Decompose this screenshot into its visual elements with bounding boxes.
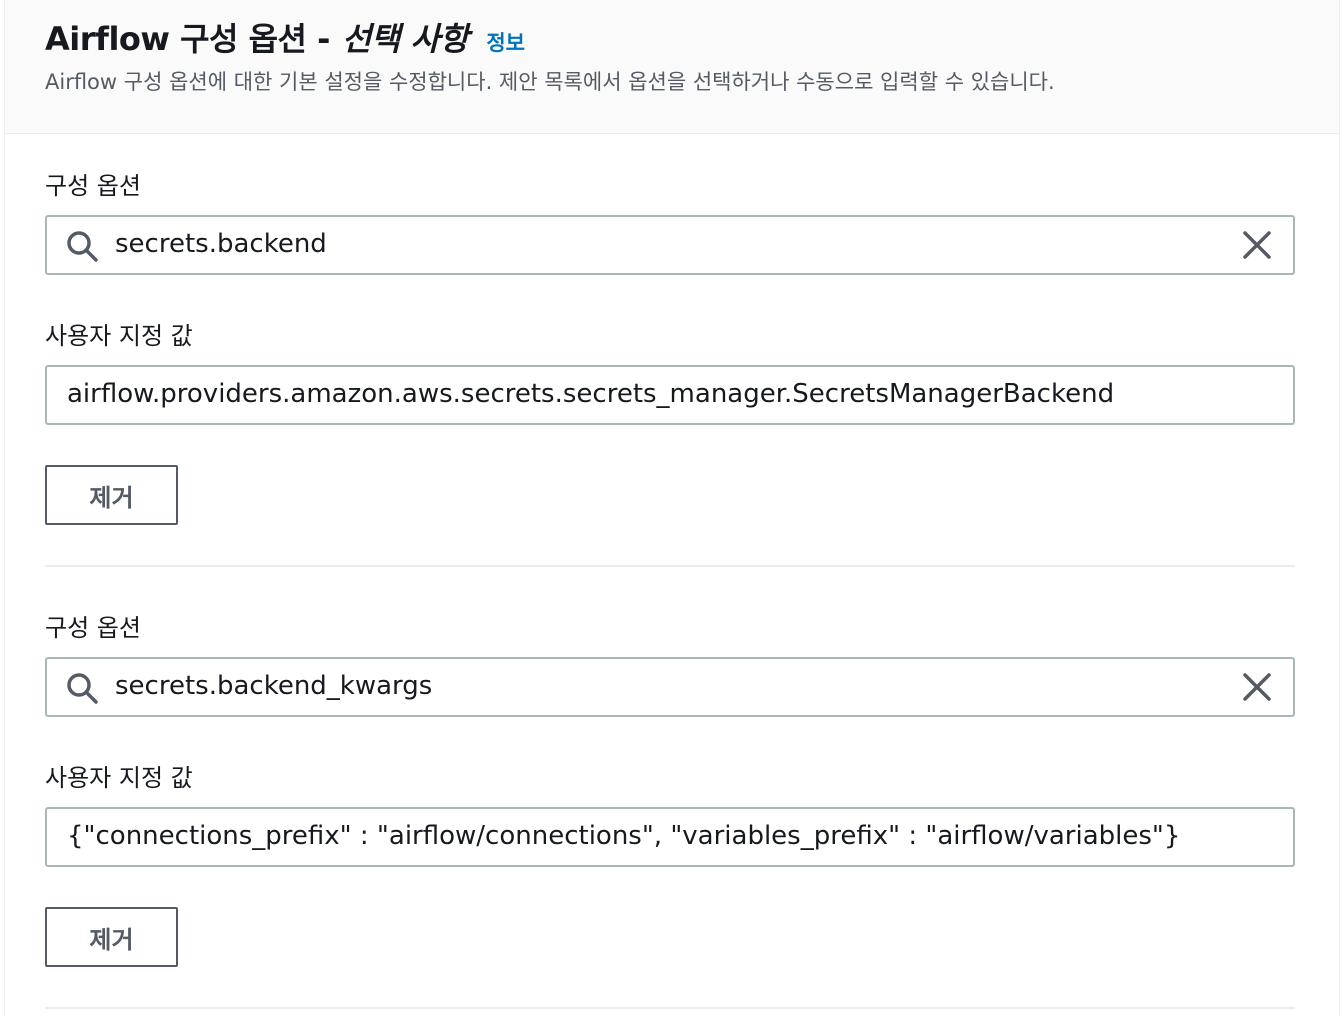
section-divider-2	[45, 1007, 1295, 1009]
page-title: Airflow 구성 옵션 -	[45, 20, 330, 58]
info-link[interactable]: 정보	[486, 27, 525, 57]
custom-value-label-1: 사용자 지정 값	[45, 322, 193, 350]
config-option-search-1[interactable]: secrets.backend	[45, 215, 1295, 275]
custom-value-label-2: 사용자 지정 값	[45, 764, 193, 792]
remove-button-2[interactable]: 제거	[45, 907, 178, 967]
custom-value-text-1[interactable]: airflow.providers.amazon.aws.secrets.sec…	[67, 379, 1114, 409]
custom-value-input-2[interactable]: {"connections_prefix" : "airflow/connect…	[45, 807, 1295, 867]
search-icon	[67, 231, 98, 262]
remove-button-1[interactable]: 제거	[45, 465, 178, 525]
section-divider-1	[45, 565, 1295, 567]
close-icon[interactable]	[1241, 229, 1273, 261]
page-title-optional: 선택 사항	[341, 20, 469, 58]
config-option-value-2[interactable]: secrets.backend_kwargs	[115, 671, 432, 701]
panel-header: Airflow 구성 옵션 - 선택 사항 정보 Airflow 구성 옵션에 …	[5, 0, 1339, 134]
header-description: Airflow 구성 옵션에 대한 기본 설정을 수정합니다. 제안 목록에서 …	[45, 70, 1055, 94]
header-title-row: Airflow 구성 옵션 - 선택 사항 정보	[45, 14, 525, 60]
custom-value-input-1[interactable]: airflow.providers.amazon.aws.secrets.sec…	[45, 365, 1295, 425]
custom-value-text-2[interactable]: {"connections_prefix" : "airflow/connect…	[67, 821, 1180, 851]
config-option-label-2: 구성 옵션	[45, 614, 141, 642]
config-option-search-2[interactable]: secrets.backend_kwargs	[45, 657, 1295, 717]
search-icon	[67, 673, 98, 704]
close-icon[interactable]	[1241, 671, 1273, 703]
config-option-value-1[interactable]: secrets.backend	[115, 229, 327, 259]
airflow-config-panel: Airflow 구성 옵션 - 선택 사항 정보 Airflow 구성 옵션에 …	[4, 0, 1340, 1016]
config-option-label-1: 구성 옵션	[45, 172, 141, 200]
